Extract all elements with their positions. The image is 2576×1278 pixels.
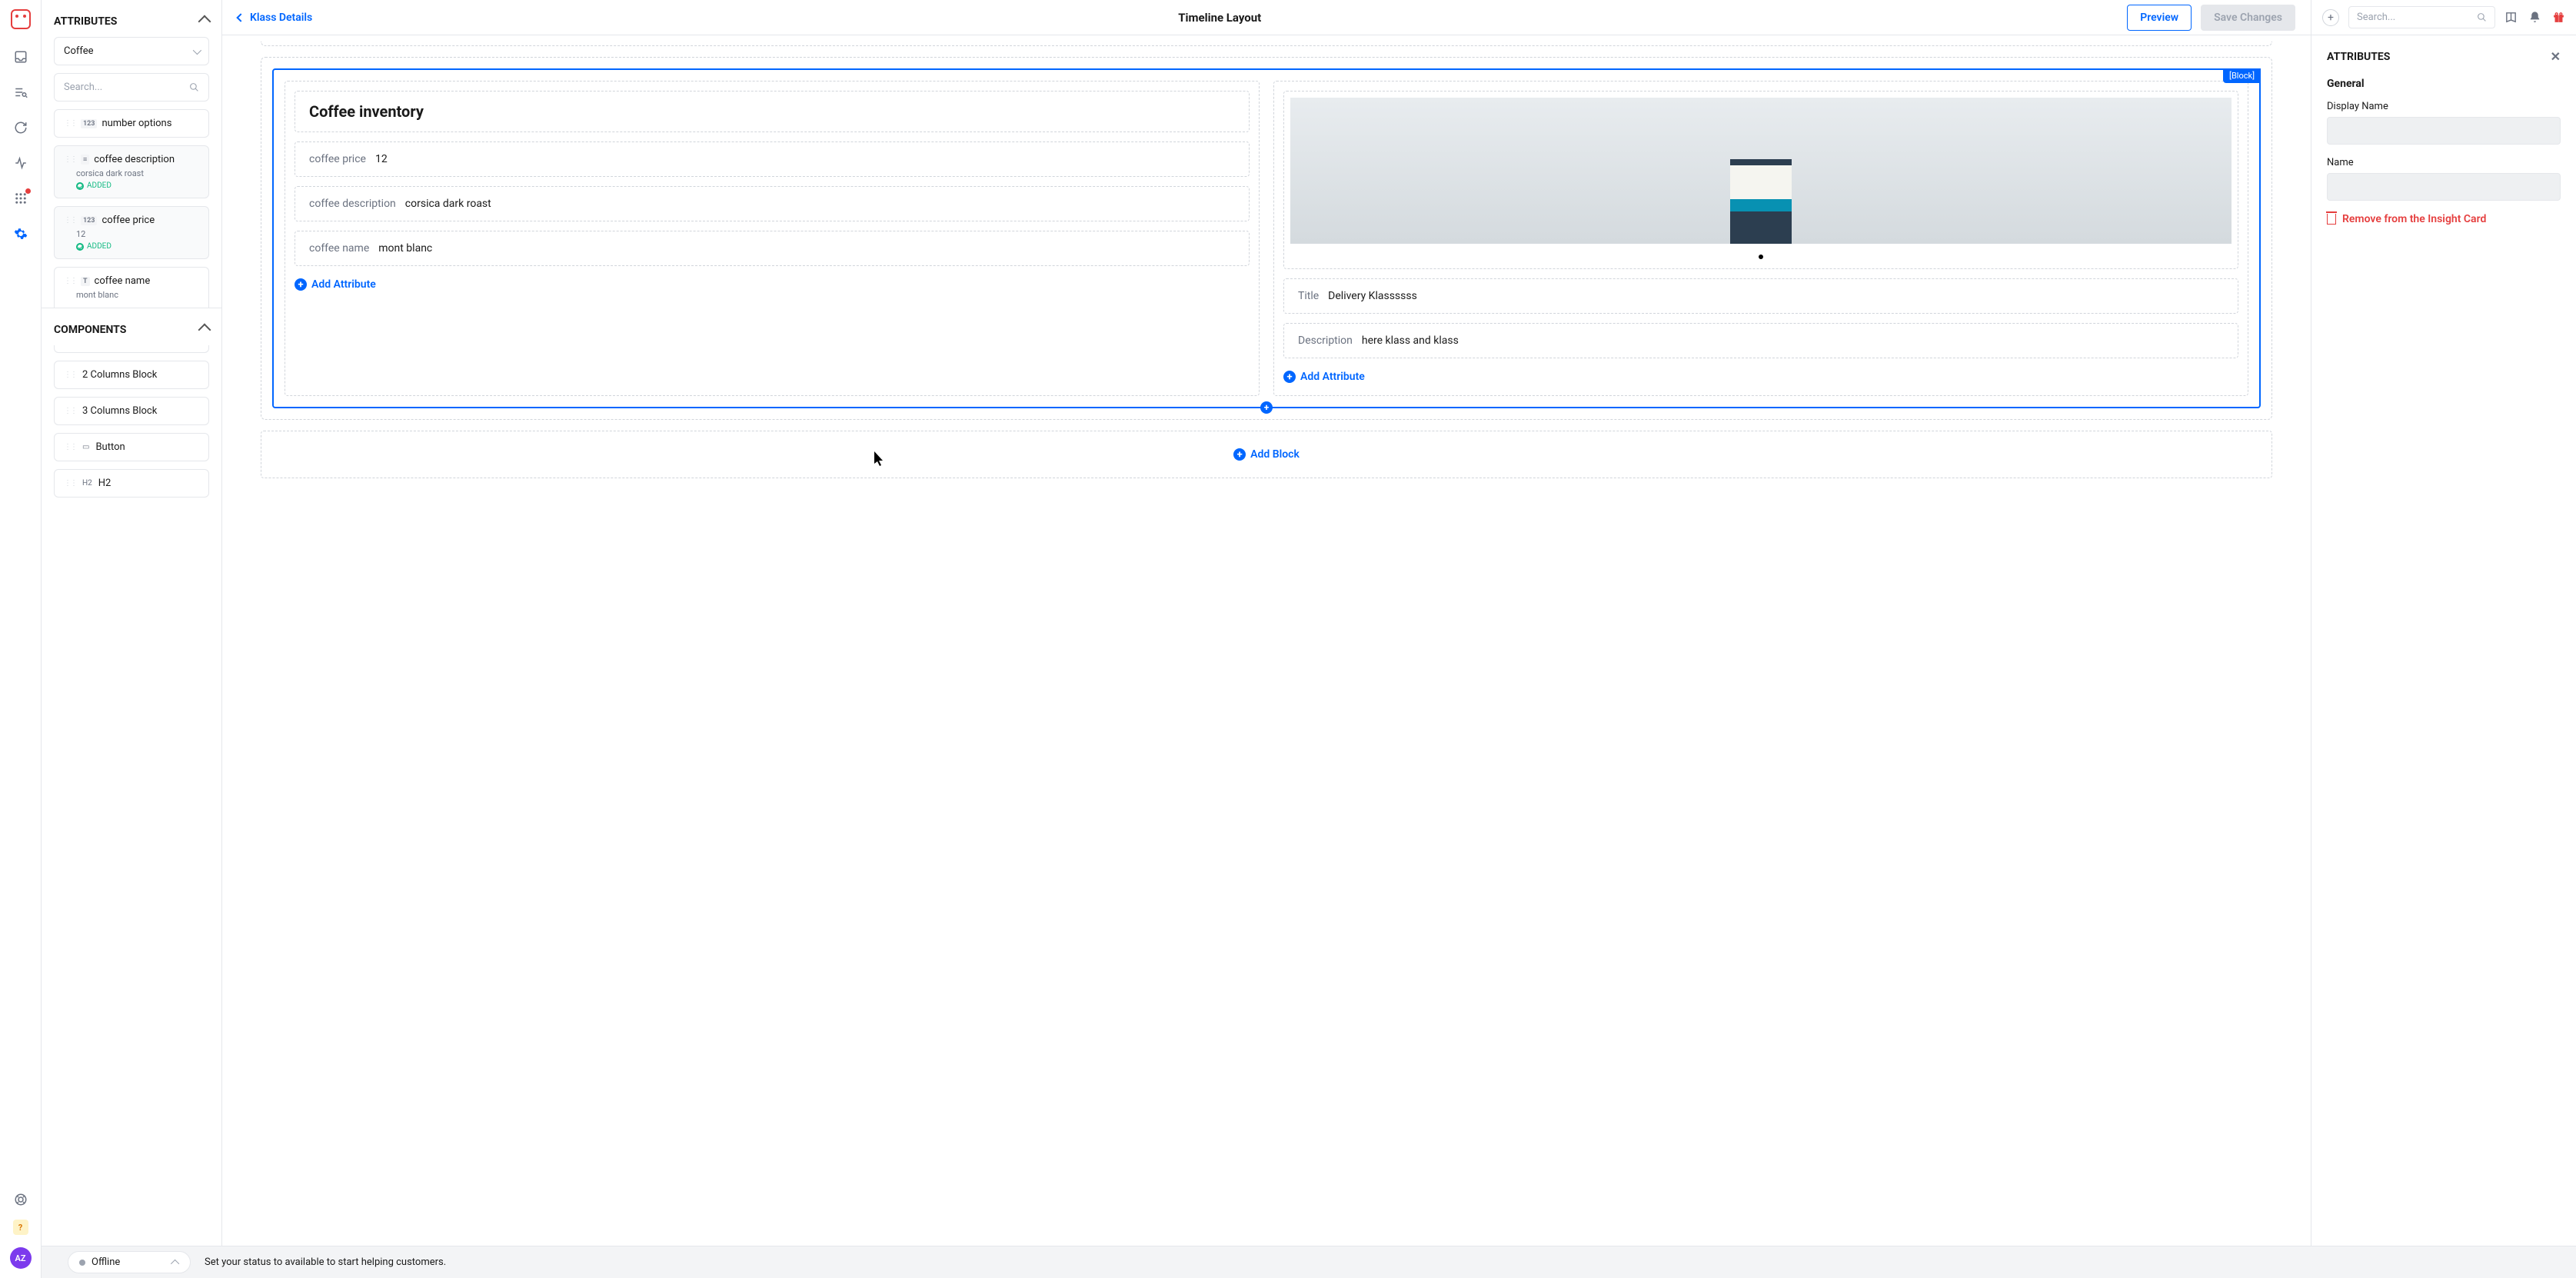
add-attribute-col2[interactable]: + Add Attribute [1283,368,2238,386]
plus-icon: + [295,278,307,291]
comp-3-columns[interactable]: ⋮⋮3 Columns Block [54,397,209,425]
image-field[interactable] [1283,91,2238,269]
comp-h2[interactable]: ⋮⋮H2H2 [54,469,209,498]
right-panel: + Search... ATTRIBUTES ✕ General Display… [2311,0,2576,1278]
block-col-2[interactable]: Title Delivery Klassssss Description her… [1273,81,2248,396]
inbox-icon[interactable] [13,49,28,65]
bell-icon[interactable] [2528,11,2541,24]
attr-search[interactable]: Search... [54,73,209,102]
name-input[interactable] [2327,173,2561,201]
global-search[interactable]: Search... [2348,6,2495,28]
add-attribute-col1[interactable]: + Add Attribute [295,275,1250,294]
product-image [1290,98,2232,244]
right-topbar: + Search... [2311,0,2576,35]
attr-item-coffee-name[interactable]: ⋮⋮Tcoffee name mont blanc [54,267,209,308]
klass-select[interactable]: Coffee [54,37,209,65]
chevron-up-icon [198,15,211,28]
right-panel-title: ATTRIBUTES [2327,51,2390,63]
attr-item-coffee-price[interactable]: ⋮⋮123coffee price 12 ADDED [54,206,209,259]
status-hint: Set your status to available to start he… [205,1256,446,1268]
add-block-button[interactable]: + Add Block [261,431,2272,478]
chevron-left-icon [236,13,245,22]
right-panel-header: ATTRIBUTES ✕ [2327,49,2561,64]
attr-field-coffee-price[interactable]: coffee price 12 [295,141,1250,177]
canvas: [Block] Coffee inventory coffee price 12… [222,35,2311,1278]
block-tag: [Block] [2223,68,2261,83]
remove-from-card[interactable]: Remove from the Insight Card [2327,213,2561,225]
name-label: Name [2327,157,2561,168]
search-icon [2477,12,2487,22]
topbar: Klass Details Timeline Layout Preview Sa… [222,0,2311,35]
display-name-input[interactable] [2327,117,2561,145]
status-bar: Offline Set your status to available to … [42,1246,2576,1278]
status-select[interactable]: Offline [68,1251,191,1273]
block-col-1[interactable]: Coffee inventory coffee price 12 coffee … [285,81,1260,396]
help-badge[interactable]: ? [13,1220,28,1235]
klass-select-value: Coffee [64,45,94,57]
block-add-handle[interactable]: + [1260,401,1273,414]
plus-icon: + [1233,448,1246,461]
back-label: Klass Details [250,12,312,24]
nav-rail: ? AZ [0,0,42,1278]
chevron-up-icon [198,324,211,337]
comp-2-columns[interactable]: ⋮⋮2 Columns Block [54,361,209,389]
attr-field-coffee-name[interactable]: coffee name mont blanc [295,231,1250,266]
general-section: General [2327,78,2561,90]
gift-icon[interactable] [2552,11,2565,24]
trash-icon [2327,214,2336,225]
plus-icon: + [1283,371,1296,383]
attr-field-description[interactable]: Description here klass and klass [1283,323,2238,358]
left-sidebar: ATTRIBUTES Coffee Search... ⋮⋮123number … [42,0,222,1278]
book-icon[interactable] [2504,11,2518,24]
close-icon[interactable]: ✕ [2551,49,2561,64]
attr-field-title[interactable]: Title Delivery Klassssss [1283,278,2238,314]
refresh-icon[interactable] [13,120,28,135]
attributes-section-header[interactable]: ATTRIBUTES [54,0,209,37]
display-name-label: Display Name [2327,101,2561,112]
attr-search-placeholder: Search... [64,82,102,93]
components-title: COMPONENTS [54,324,126,336]
pulse-icon[interactable] [13,155,28,171]
attributes-title: ATTRIBUTES [54,15,117,28]
attr-item-coffee-description[interactable]: ⋮⋮≡coffee description corsica dark roast… [54,145,209,198]
add-button[interactable]: + [2322,9,2339,26]
title-field[interactable]: Coffee inventory [295,91,1250,132]
attr-field-coffee-description[interactable]: coffee description corsica dark roast [295,186,1250,221]
user-avatar[interactable]: AZ [10,1247,32,1269]
comp-button[interactable]: ⋮⋮▭Button [54,433,209,461]
apps-icon[interactable] [13,191,28,206]
lifebuoy-icon[interactable] [13,1192,28,1207]
save-button: Save Changes [2201,5,2295,31]
chevron-down-icon [193,45,201,54]
search-list-icon[interactable] [13,85,28,100]
offline-dot-icon [79,1260,85,1266]
attr-item-number-options[interactable]: ⋮⋮123number options [54,109,209,138]
chevron-down-icon [171,1259,179,1267]
page-title: Timeline Layout [1178,11,1261,25]
main-column: Klass Details Timeline Layout Preview Sa… [222,0,2311,1278]
preview-button[interactable]: Preview [2127,5,2192,31]
back-link[interactable]: Klass Details [238,12,312,24]
layout-block[interactable]: [Block] Coffee inventory coffee price 12… [272,68,2261,408]
app-logo[interactable] [11,9,31,29]
components-section-header[interactable]: COMPONENTS [54,308,209,345]
search-placeholder: Search... [2357,12,2395,23]
search-icon [189,82,199,92]
settings-icon[interactable] [13,226,28,241]
image-pager[interactable] [1290,244,2232,262]
